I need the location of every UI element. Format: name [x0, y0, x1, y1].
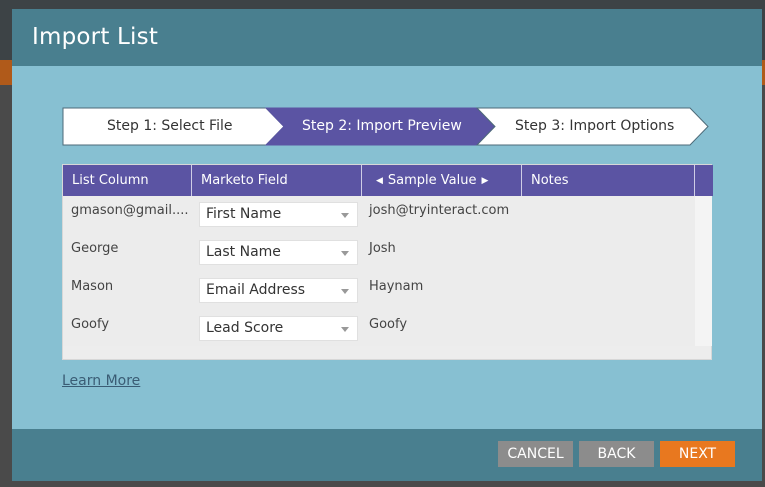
chevron-down-icon: [341, 289, 349, 294]
marketo-field-select[interactable]: Last Name: [199, 240, 358, 265]
list-column-cell: George: [71, 241, 119, 256]
dialog-header: Import List: [12, 9, 762, 66]
marketo-field-value: Last Name: [206, 244, 281, 260]
header-sample-value: ◀ Sample Value ▶: [362, 165, 522, 196]
step-2-label[interactable]: Step 2: Import Preview: [302, 118, 462, 134]
step-1-label[interactable]: Step 1: Select File: [107, 118, 232, 134]
list-column-cell: gmason@gmail....: [71, 203, 189, 218]
table-row: George Last Name Josh: [63, 234, 695, 272]
header-sample-value-label: Sample Value: [387, 173, 477, 188]
marketo-field-value: Lead Score: [206, 320, 284, 336]
import-preview-table: List Column Marketo Field ◀ Sample Value ▶…: [62, 164, 713, 360]
back-button[interactable]: BACK: [579, 441, 654, 467]
header-notes: Notes: [522, 165, 695, 196]
step-3-label[interactable]: Step 3: Import Options: [515, 118, 674, 134]
import-list-dialog: Import List Step 1: Select File Step 2: …: [12, 9, 762, 481]
table-row: Mason Email Address Haynam: [63, 272, 695, 310]
marketo-field-select[interactable]: Lead Score: [199, 316, 358, 341]
next-button[interactable]: NEXT: [660, 441, 735, 467]
sample-value-cell: Haynam: [369, 279, 424, 294]
cancel-button[interactable]: CANCEL: [498, 441, 573, 467]
table-scroll-gutter: [695, 196, 712, 346]
marketo-field-select[interactable]: First Name: [199, 202, 358, 227]
next-sample-icon[interactable]: ▶: [482, 166, 489, 197]
table-body: gmason@gmail.... First Name josh@tryinte…: [63, 196, 695, 346]
sample-value-cell: Josh: [369, 241, 396, 256]
header-marketo-field: Marketo Field: [192, 165, 362, 196]
marketo-field-value: Email Address: [206, 282, 306, 298]
list-column-cell: Goofy: [71, 317, 110, 332]
prev-sample-icon[interactable]: ◀: [376, 166, 383, 197]
chevron-down-icon: [341, 327, 349, 332]
dialog-footer: CANCEL BACK NEXT: [12, 429, 762, 481]
table-row: gmason@gmail.... First Name josh@tryinte…: [63, 196, 695, 234]
marketo-field-select[interactable]: Email Address: [199, 278, 358, 303]
header-list-column: List Column: [63, 165, 192, 196]
dialog-title: Import List: [32, 24, 159, 50]
chevron-down-icon: [341, 213, 349, 218]
step-wizard: Step 1: Select File Step 2: Import Previ…: [62, 107, 710, 147]
marketo-field-value: First Name: [206, 206, 282, 222]
table-header: List Column Marketo Field ◀ Sample Value ▶…: [63, 165, 713, 196]
header-scroll-spacer: [695, 165, 713, 196]
learn-more-link[interactable]: Learn More: [62, 373, 140, 389]
sample-value-cell: josh@tryinteract.com: [369, 203, 510, 218]
sample-value-cell: Goofy: [369, 317, 408, 332]
chevron-down-icon: [341, 251, 349, 256]
table-row: Goofy Lead Score Goofy: [63, 310, 695, 348]
list-column-cell: Mason: [71, 279, 114, 294]
